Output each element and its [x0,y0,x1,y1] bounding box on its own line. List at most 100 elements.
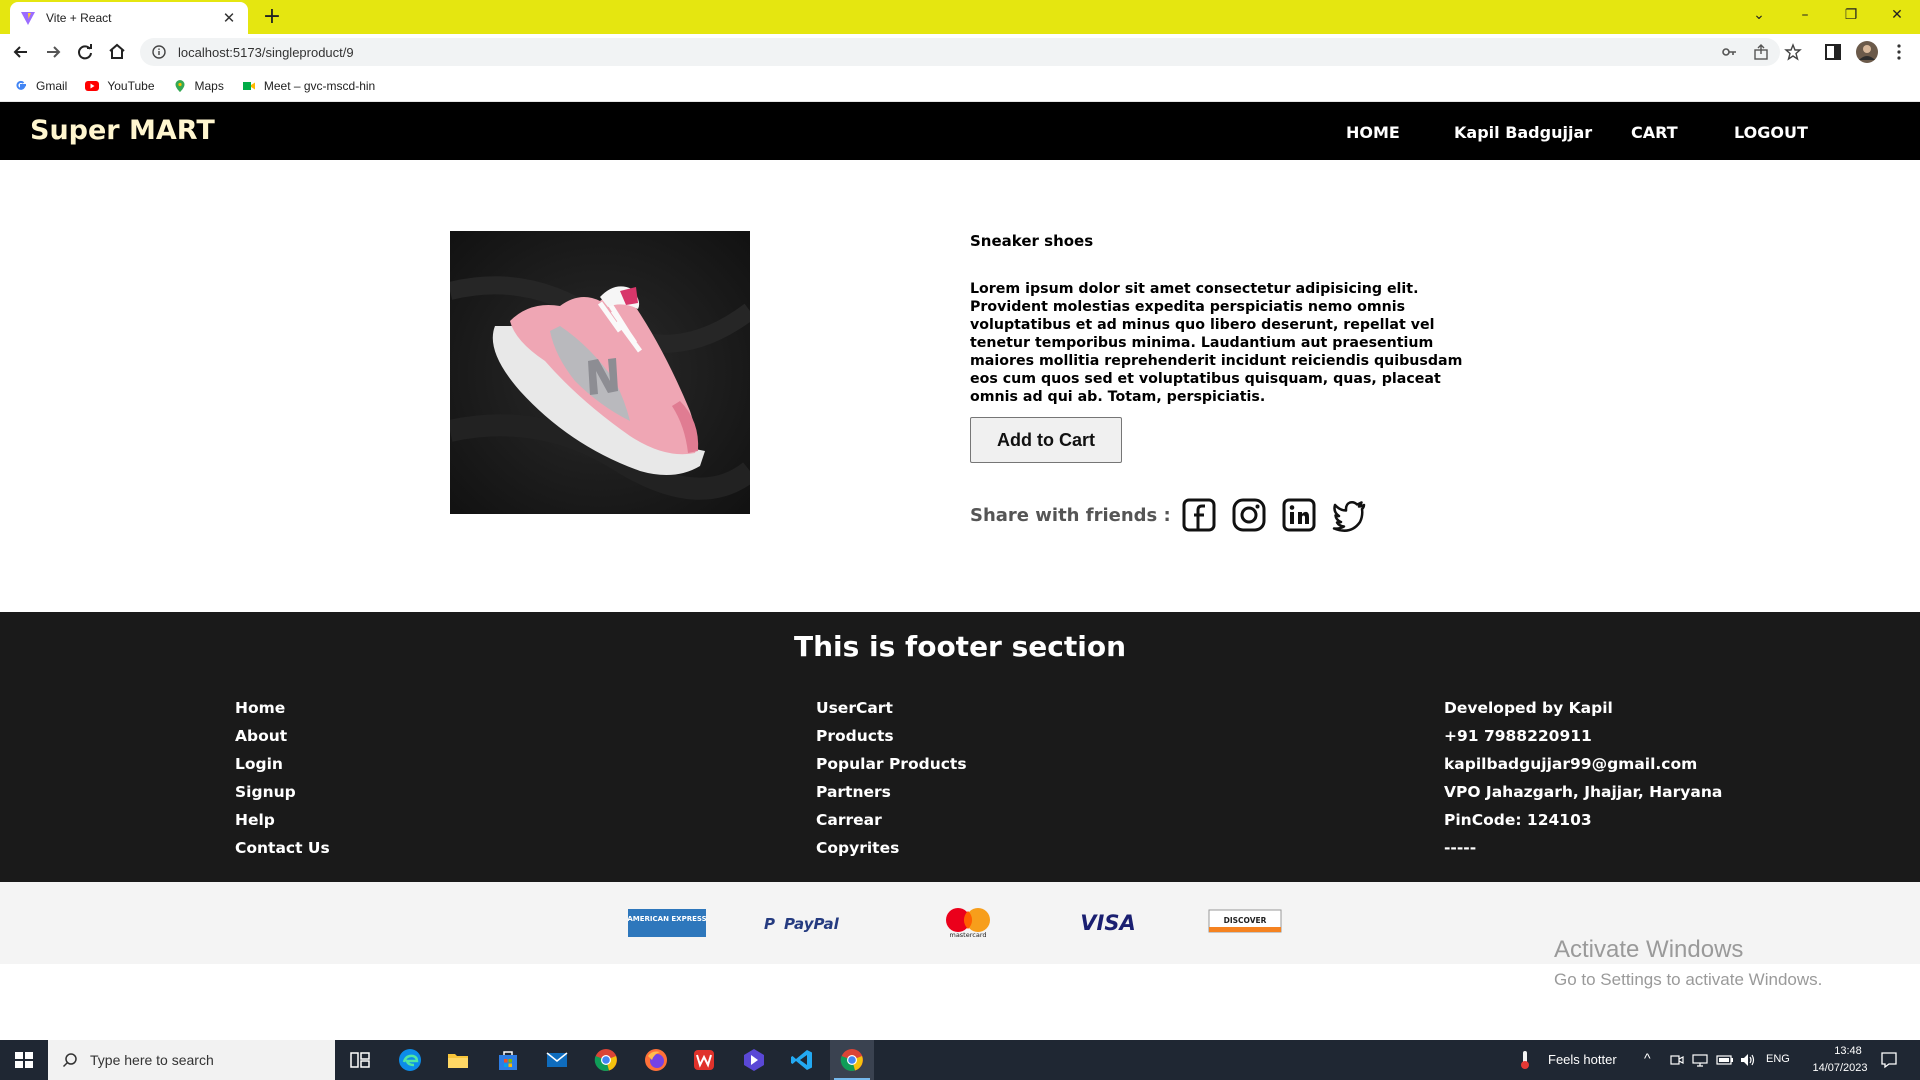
sneaker-image [450,231,750,514]
task-view-icon[interactable] [348,1048,372,1072]
chrome-icon[interactable] [594,1048,618,1072]
browser-tab[interactable]: Vite + React ✕ [10,2,248,34]
tray-overflow-icon[interactable]: ^ [1644,1050,1651,1066]
menu-icon[interactable] [1890,43,1908,61]
footer-link-career[interactable]: Carrear [816,806,967,834]
contact-phone: +91 7988220911 [1444,727,1592,745]
wps-office-icon[interactable] [692,1048,716,1072]
weather-status[interactable]: Feels hotter [1548,1052,1617,1067]
vscode-icon[interactable] [790,1048,814,1072]
paypal-logo: P PayPal [764,915,840,933]
chrome-active-task[interactable] [830,1040,874,1080]
tab-search-icon[interactable]: ⌄ [1736,0,1782,30]
maps-icon [175,79,184,92]
site-info-icon[interactable] [152,45,166,59]
close-tab-icon[interactable]: ✕ [220,9,238,27]
svg-text:VISA: VISA [1080,911,1135,935]
battery-icon[interactable] [1716,1054,1734,1066]
firefox-icon[interactable] [644,1048,668,1072]
add-to-cart-button[interactable]: Add to Cart [970,417,1122,463]
key-icon[interactable] [1720,43,1738,61]
address-bar[interactable]: localhost:5173/singleproduct/9 [140,38,1780,66]
home-icon[interactable] [104,39,130,65]
bookmark-meet[interactable]: Meet – gvc-mscd-hin [242,79,375,93]
volume-icon[interactable] [1740,1053,1756,1067]
browser-tab-strip: Vite + React ✕ + ⌄ – ❐ ✕ [0,0,1920,34]
footer-contact-col: Developed by Kapil +91 7988220911 kapilb… [1444,694,1722,862]
visa-logo: VISA [1080,911,1135,935]
footer-link-usercart[interactable]: UserCart [816,694,967,722]
search-icon [62,1053,77,1068]
file-explorer-icon[interactable] [446,1048,470,1072]
store-icon[interactable] [496,1048,520,1072]
notifications-icon[interactable] [1880,1051,1898,1069]
nav-user[interactable]: Kapil Badgujjar [1454,123,1592,142]
mail-icon[interactable] [545,1048,569,1072]
minimize-icon[interactable]: – [1782,0,1828,30]
footer-link-products[interactable]: Products [816,722,967,750]
linkedin-icon[interactable] [1281,497,1317,533]
site-header: Super MART HOME Kapil Badgujjar CART LOG… [0,102,1920,160]
svg-text:PayPal: PayPal [784,915,840,933]
footer-link-partners[interactable]: Partners [816,778,967,806]
nav-logout[interactable]: LOGOUT [1734,123,1808,142]
window-close-icon[interactable]: ✕ [1874,0,1920,30]
url-text[interactable]: localhost:5173/singleproduct/9 [178,45,354,60]
profile-avatar[interactable] [1856,41,1878,63]
search-placeholder: Type here to search [90,1052,214,1068]
contact-pincode: PinCode: 124103 [1444,811,1592,829]
product-description: Lorem ipsum dolor sit amet consectetur a… [970,281,1463,405]
facebook-icon[interactable] [1181,497,1217,533]
taskbar-search[interactable]: Type here to search [48,1040,335,1080]
instagram-icon[interactable] [1231,497,1267,533]
footer-link-login[interactable]: Login [235,750,330,778]
twitter-icon[interactable] [1331,497,1367,533]
footer-links-col2: UserCart Products Popular Products Partn… [816,694,967,862]
discover-logo: DISCOVER [1208,909,1282,933]
footer-title: This is footer section [793,630,1127,663]
brand-logo[interactable]: Super MART [30,115,215,146]
clock-time[interactable]: 13:48 [1818,1045,1878,1057]
share-section: Share with friends : [970,497,1381,533]
bookmark-youtube[interactable]: YouTube [85,78,155,93]
bookmark-gmail[interactable]: Gmail [14,79,67,93]
edge-icon[interactable] [398,1048,422,1072]
svg-text:P: P [764,915,775,933]
footer-link-help[interactable]: Help [235,806,330,834]
footer-link-home[interactable]: Home [235,694,330,722]
nav-cart[interactable]: CART [1631,123,1678,142]
windows-start-icon[interactable] [0,1040,48,1080]
side-panel-icon[interactable] [1824,43,1842,61]
youtube-icon [85,80,100,91]
share-page-icon[interactable] [1752,43,1770,61]
meet-now-icon[interactable] [1670,1053,1684,1067]
footer-link-popular[interactable]: Popular Products [816,750,967,778]
new-tab-button[interactable]: + [258,4,286,30]
footer-link-about[interactable]: About [235,722,330,750]
app-hex-icon[interactable] [742,1048,766,1072]
language-indicator[interactable]: ENG [1766,1053,1790,1065]
nav-home[interactable]: HOME [1346,123,1400,142]
bookmark-star-icon[interactable] [1784,43,1802,61]
browser-toolbar: localhost:5173/singleproduct/9 [0,34,1920,70]
forward-icon[interactable] [40,39,66,65]
bookmark-label: Maps [194,78,224,93]
bookmarks-bar: Gmail YouTube Maps Meet – gvc-mscd-hin [0,70,1920,102]
footer-link-signup[interactable]: Signup [235,778,330,806]
share-label: Share with friends : [970,504,1171,526]
footer-link-copyrights[interactable]: Copyrites [816,834,967,862]
clock-date[interactable]: 14/07/2023 [1800,1062,1880,1074]
thermometer-icon [1521,1051,1529,1069]
footer-links-col1: Home About Login Signup Help Contact Us [235,694,330,862]
bookmark-label: YouTube [107,78,155,93]
svg-text:AMERICAN EXPRESS: AMERICAN EXPRESS [628,915,706,923]
restore-icon[interactable]: ❐ [1828,0,1874,30]
svg-text:DISCOVER: DISCOVER [1224,916,1267,925]
network-icon[interactable] [1692,1053,1708,1067]
vite-icon [21,12,35,25]
mastercard-logo: mastercard [946,908,990,938]
back-icon[interactable] [8,39,34,65]
reload-icon[interactable] [72,39,98,65]
bookmark-maps[interactable]: Maps [173,79,224,93]
footer-link-contact[interactable]: Contact Us [235,834,330,862]
